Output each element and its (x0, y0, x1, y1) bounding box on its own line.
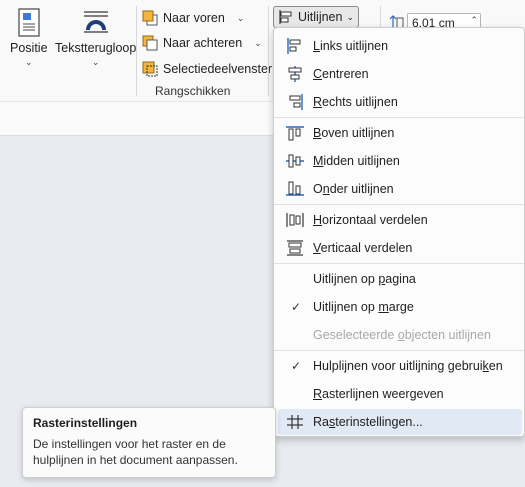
menu-item-label: Midden uitlijnen (313, 154, 400, 168)
distribute-vertical-icon (287, 240, 303, 256)
send-backward-icon (142, 35, 158, 51)
align-label: Uitlijnen (298, 10, 343, 24)
align-top-icon (286, 126, 304, 141)
ribbon-separator (136, 6, 137, 96)
menu-item-label: Rechts uitlijnen (313, 95, 398, 109)
menu-item-label: Boven uitlijnen (313, 126, 395, 140)
align-left-icon (287, 38, 301, 54)
checkmark-icon: ✓ (291, 300, 302, 314)
bring-forward-button[interactable]: Naar voren ⌄ (142, 8, 244, 28)
checkmark-icon: ✓ (291, 359, 302, 373)
bring-forward-label: Naar voren (163, 11, 225, 25)
chevron-down-icon: ⌄ (91, 57, 100, 67)
menu-item-align-to-page[interactable]: Uitlijnen op pagina (278, 266, 522, 292)
menu-item-label: Centreren (313, 67, 369, 81)
position-icon (18, 8, 40, 37)
menu-item-label: Links uitlijnen (313, 39, 389, 53)
menu-item-align-selected-objects: Geselecteerde objecten uitlijnen (278, 322, 522, 348)
ribbon-separator (268, 6, 269, 96)
menu-item-distribute-vertical[interactable]: Verticaal verdelen (278, 235, 522, 261)
menu-item-align-right[interactable]: Rechts uitlijnen (278, 89, 522, 115)
menu-item-align-middle[interactable]: Midden uitlijnen (278, 148, 522, 174)
menu-item-label: Onder uitlijnen (313, 182, 394, 196)
selection-pane-icon (142, 61, 158, 77)
chevron-down-icon: ⌄ (254, 37, 262, 48)
chevron-down-icon: ⌄ (24, 57, 33, 67)
align-icon (279, 10, 292, 24)
chevron-down-icon: ⌄ (236, 12, 245, 23)
menu-item-align-to-margin[interactable]: ✓ Uitlijnen op marge (278, 294, 522, 320)
menu-item-label: Rasterinstellingen... (313, 415, 423, 429)
menu-item-align-left[interactable]: Links uitlijnen (278, 33, 522, 59)
menu-item-label: Hulplijnen voor uitlijning gebruiken (313, 359, 503, 373)
distribute-horizontal-icon (286, 213, 304, 227)
selection-pane-button[interactable]: Selectiedeelvenster (142, 59, 272, 79)
menu-item-distribute-horizontal[interactable]: Horizontaal verdelen (278, 207, 522, 233)
menu-item-label: Rasterlijnen weergeven (313, 387, 444, 401)
menu-separator (274, 350, 524, 351)
tooltip-body: De instellingen voor het raster en de hu… (33, 437, 238, 467)
position-label: Positie (10, 41, 48, 55)
grid-icon (287, 415, 303, 429)
menu-separator (274, 204, 524, 205)
align-bottom-icon (286, 181, 304, 196)
menu-separator (274, 117, 524, 118)
chevron-down-icon: ⌄ (346, 11, 355, 22)
menu-item-label: Horizontaal verdelen (313, 213, 428, 227)
send-backward-button[interactable]: Naar achteren ⌄ (142, 33, 262, 53)
align-middle-icon (286, 154, 304, 168)
align-right-icon (289, 94, 303, 110)
bring-forward-icon (142, 10, 158, 26)
arrange-group-label: Rangschikken (155, 84, 231, 98)
align-menu: Links uitlijnen Centreren Rechts uitlijn… (273, 27, 525, 437)
menu-item-show-gridlines[interactable]: Rasterlijnen weergeven (278, 381, 522, 407)
align-button[interactable]: Uitlijnen ⌄ (273, 6, 359, 28)
grid-settings-tooltip: Rasterinstellingen De instellingen voor … (22, 407, 276, 478)
menu-item-align-top[interactable]: Boven uitlijnen (278, 120, 522, 146)
menu-item-align-bottom[interactable]: Onder uitlijnen (278, 176, 522, 202)
position-button[interactable]: Positie ⌄ (10, 8, 48, 68)
menu-item-use-alignment-guides[interactable]: ✓ Hulplijnen voor uitlijning gebruiken (278, 353, 522, 379)
menu-item-label: Geselecteerde objecten uitlijnen (313, 328, 491, 342)
text-wrap-button[interactable]: Tekstterugloop ⌄ (55, 8, 136, 68)
menu-separator (274, 263, 524, 264)
text-wrap-label: Tekstterugloop (55, 41, 137, 55)
menu-item-label: Uitlijnen op marge (313, 300, 414, 314)
tooltip-title: Rasterinstellingen (33, 416, 138, 430)
selection-pane-label: Selectiedeelvenster (163, 62, 273, 76)
menu-item-grid-settings[interactable]: Rasterinstellingen... (278, 409, 522, 435)
menu-item-label: Uitlijnen op pagina (313, 272, 416, 286)
send-backward-label: Naar achteren (163, 36, 243, 50)
align-center-icon (288, 66, 302, 82)
menu-item-center[interactable]: Centreren (278, 61, 522, 87)
spin-up-icon[interactable]: ⌃ (470, 15, 478, 26)
menu-item-label: Verticaal verdelen (313, 241, 413, 255)
text-wrap-icon (83, 11, 108, 33)
